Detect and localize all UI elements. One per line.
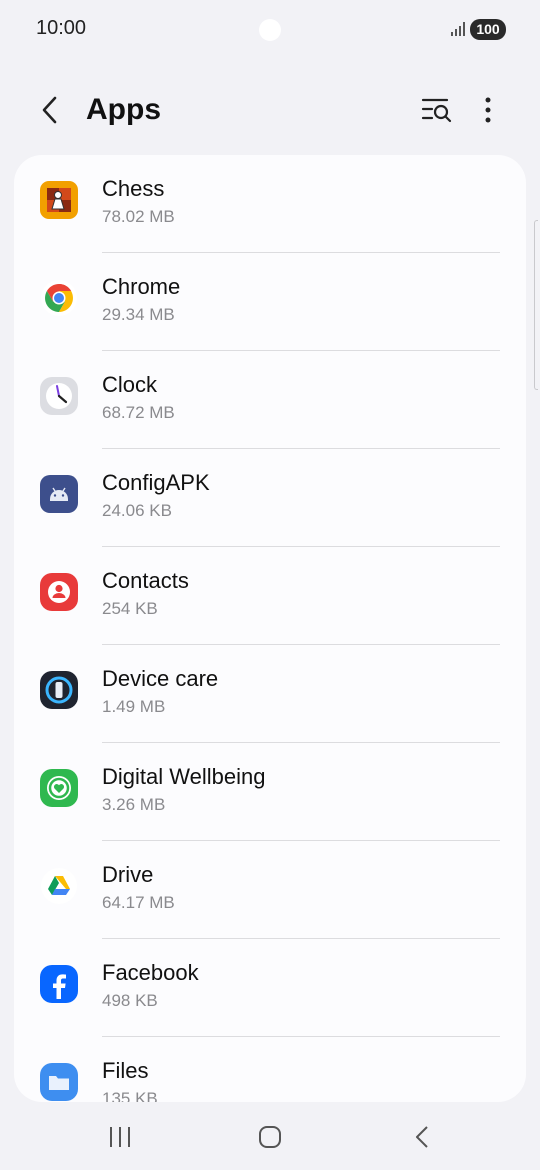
back-button[interactable] [32, 92, 68, 128]
app-size: 254 KB [102, 599, 158, 618]
app-row-facebook[interactable]: Facebook 498 KB [14, 939, 526, 1037]
app-name: Drive [102, 862, 154, 887]
recents-icon [110, 1127, 130, 1147]
app-name: Chrome [102, 274, 181, 299]
status-time: 10:00 [36, 17, 87, 39]
home-icon [259, 1126, 281, 1148]
app-size: 1.49 MB [102, 697, 166, 716]
signal-icon [451, 22, 465, 36]
page-title: Apps [86, 93, 161, 126]
digital-wellbeing-icon [40, 769, 78, 807]
chess-icon [40, 181, 78, 219]
status-bar: 10:00 100 [0, 0, 540, 60]
app-name: Contacts [102, 568, 189, 593]
android-icon [40, 475, 78, 513]
app-size: 24.06 KB [102, 501, 172, 520]
app-row-drive[interactable]: Drive 64.17 MB [14, 841, 526, 939]
app-size: 68.72 MB [102, 403, 175, 422]
facebook-icon [40, 965, 78, 1003]
app-size: 64.17 MB [102, 893, 175, 912]
nav-back-button[interactable] [402, 1122, 442, 1152]
back-arrow-icon [42, 96, 57, 124]
app-size: 498 KB [102, 991, 158, 1010]
battery-indicator: 100 [470, 19, 506, 40]
app-name: Files [102, 1058, 149, 1083]
contacts-icon [40, 573, 78, 611]
app-name: Facebook [102, 960, 199, 985]
more-vert-icon [485, 97, 491, 123]
scrollbar[interactable] [534, 220, 538, 390]
drive-icon [41, 868, 77, 904]
app-row-chrome[interactable]: Chrome 29.34 MB [14, 253, 526, 351]
recents-button[interactable] [100, 1122, 140, 1152]
app-bar: Apps [0, 80, 540, 140]
app-size: 78.02 MB [102, 207, 175, 226]
app-name: Digital Wellbeing [102, 764, 266, 789]
filter-search-icon [421, 98, 452, 123]
app-row-chess[interactable]: Chess 78.02 MB [14, 155, 526, 253]
app-row-contacts[interactable]: Contacts 254 KB [14, 547, 526, 645]
navigation-bar [0, 1110, 540, 1170]
more-options-button[interactable] [470, 92, 506, 128]
filter-search-button[interactable] [418, 92, 456, 128]
app-list: Chess 78.02 MB Chrome 29.34 MB Clock 68.… [14, 155, 526, 1102]
app-size: 135 KB [102, 1089, 158, 1102]
files-icon [40, 1063, 78, 1101]
clock-icon [40, 377, 78, 415]
app-size: 3.26 MB [102, 795, 166, 814]
home-button[interactable] [250, 1122, 290, 1152]
app-name: Device care [102, 666, 219, 691]
app-name: ConfigAPK [102, 470, 210, 495]
app-row-digital-wellbeing[interactable]: Digital Wellbeing 3.26 MB [14, 743, 526, 841]
app-row-files[interactable]: Files 135 KB [14, 1037, 526, 1102]
camera-cutout [259, 19, 281, 41]
app-name: Chess [102, 176, 165, 201]
app-name: Clock [102, 372, 158, 397]
nav-back-icon [416, 1126, 428, 1148]
app-row-configapk[interactable]: ConfigAPK 24.06 KB [14, 449, 526, 547]
device-care-icon [40, 671, 78, 709]
app-row-clock[interactable]: Clock 68.72 MB [14, 351, 526, 449]
app-size: 29.34 MB [102, 305, 175, 324]
chrome-icon [41, 280, 77, 316]
app-row-device-care[interactable]: Device care 1.49 MB [14, 645, 526, 743]
